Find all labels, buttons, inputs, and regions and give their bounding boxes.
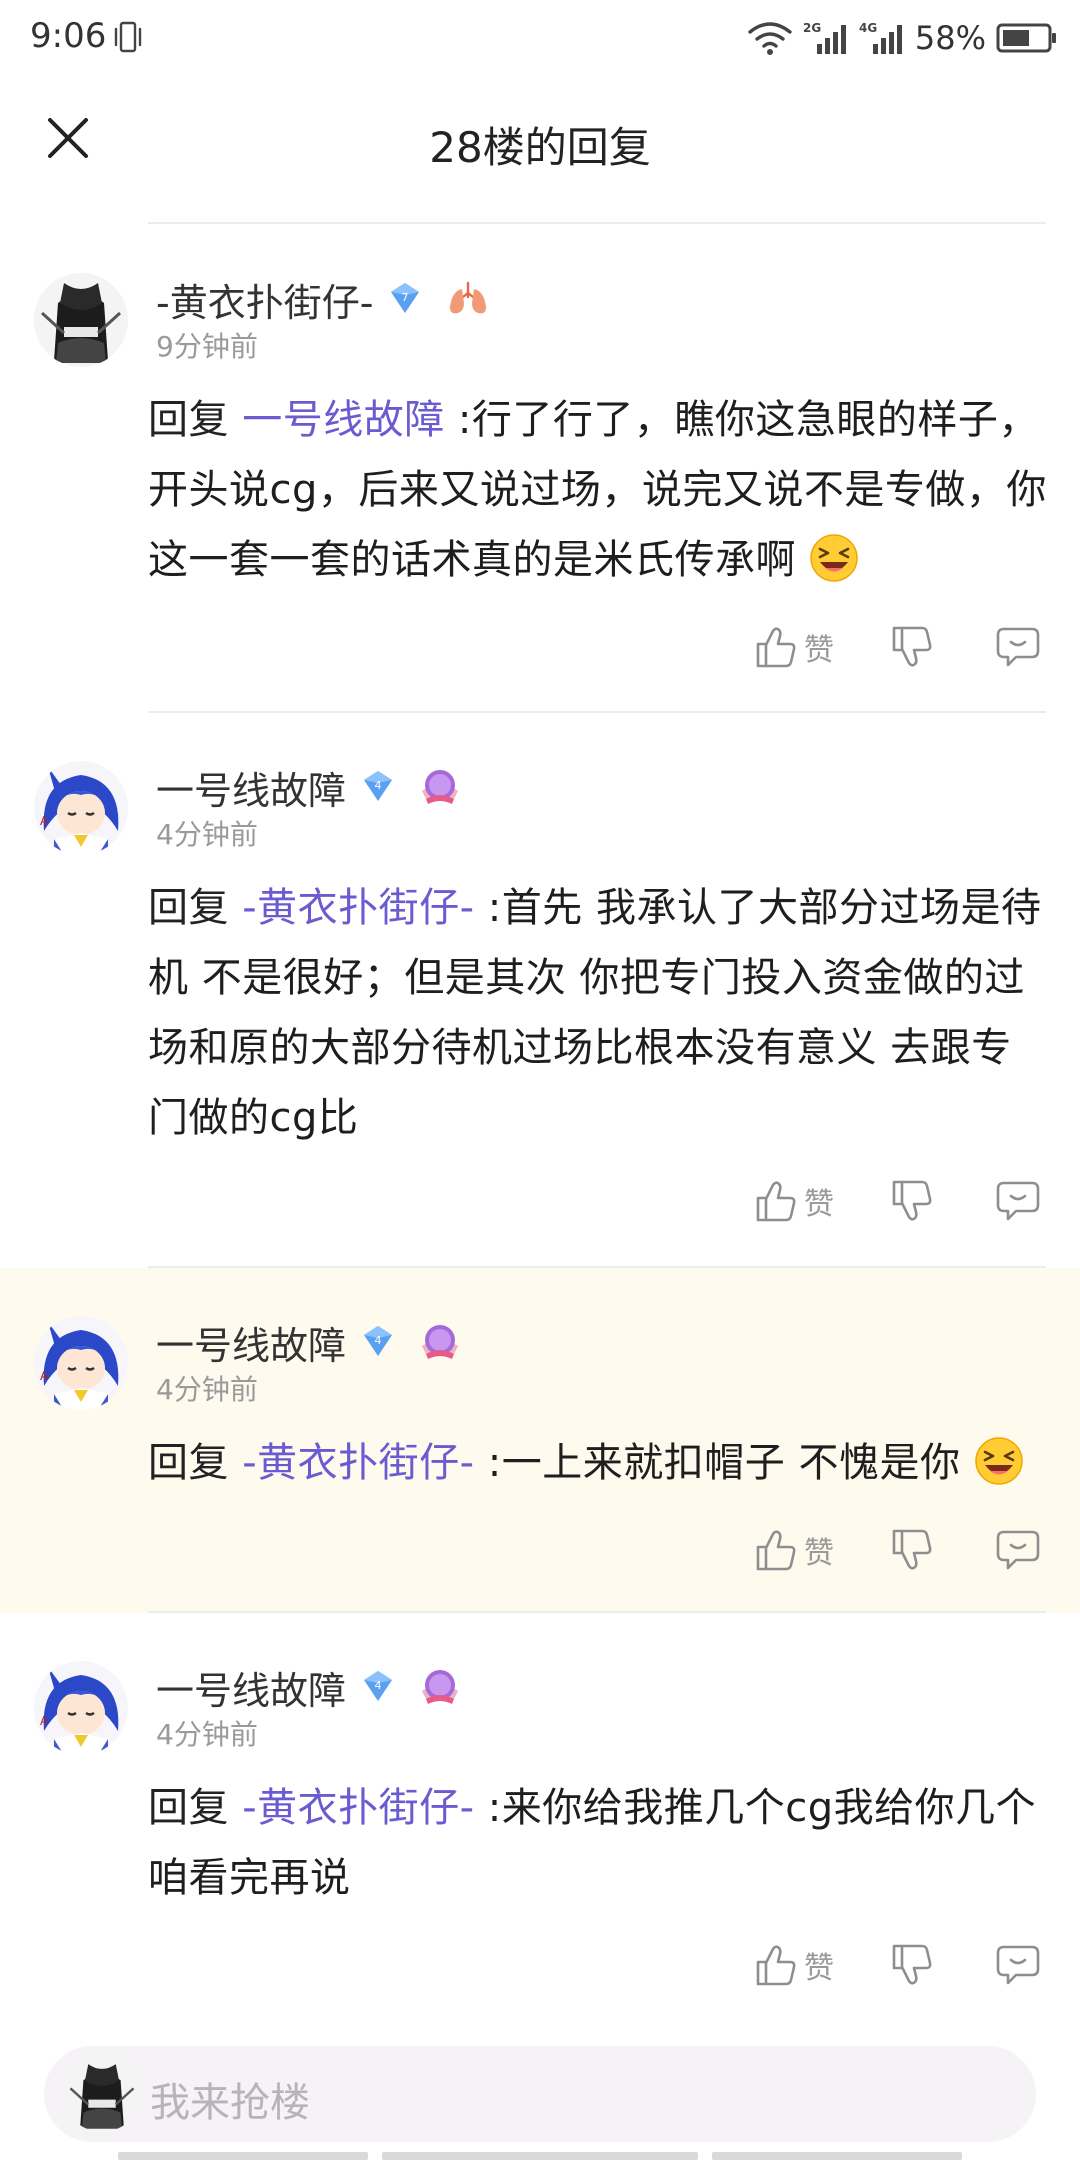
comment-actions: 赞 [752,617,1042,677]
thumb-down-icon[interactable] [888,1526,936,1574]
page-title: 28楼的回复 [429,123,651,172]
reply-input-placeholder: 我来抢楼 [150,2080,310,2126]
user-row: 一号线故障 4 [156,1663,462,1713]
svg-text:4: 4 [375,779,382,792]
like-button[interactable]: 赞 [752,623,834,671]
timestamp: 9分钟前 [156,330,258,363]
keyboard-hint-bar [0,2152,1080,2160]
medal-icon [418,765,462,809]
level-badge-icon: 4 [358,1322,398,1362]
2g-signal-icon: 2G [803,21,846,54]
comment-actions: 赞 [752,1520,1042,1580]
reply-icon[interactable] [994,1526,1042,1574]
bottom-bar: 我来抢楼 [0,2026,1080,2160]
avatar[interactable] [34,761,128,855]
like-button[interactable]: 赞 [752,1526,834,1574]
thumb-up-icon [752,623,800,671]
reply-icon[interactable] [994,1941,1042,1989]
status-time: 9:06 [30,16,107,56]
reply-prefix: 回复 [148,397,243,443]
user-row: 一号线故障 4 [156,1318,462,1368]
level-badge-icon: 7 [385,279,425,319]
grinning-squint-emoji-icon [809,533,859,583]
mention-link[interactable]: 一号线故障 [242,397,445,443]
thumb-up-icon [752,1177,800,1225]
lungs-icon [447,279,491,319]
comment-content: :一上来就扣帽子 不愧是你 [474,1440,961,1486]
username[interactable]: 一号线故障 [156,1315,346,1370]
medal-icon [418,1665,462,1709]
battery-percent: 58% [914,19,986,57]
comment-actions: 赞 [752,1171,1042,1231]
like-button[interactable]: 赞 [752,1941,834,1989]
status-icons: 2G 4G 58% [747,14,1058,62]
reply-prefix: 回复 [148,1440,243,1486]
comment-text: 回复 -黄衣扑街仔- :一上来就扣帽子 不愧是你 [148,1428,1048,1498]
comment-text: 回复 -黄衣扑街仔- :首先 我承认了大部分过场是待机 不是很好；但是其次 你把… [148,873,1048,1153]
comment-item[interactable]: 一号线故障 4 4分钟前 回复 -黄衣扑街仔- :首先 我承认了大部分过场是待机… [0,713,1080,1268]
level-badge-icon: 4 [358,1667,398,1707]
avatar[interactable] [34,273,128,367]
thumb-up-icon [752,1526,800,1574]
timestamp: 4分钟前 [156,1718,258,1751]
battery-icon [996,23,1056,53]
comment-item[interactable]: -黄衣扑街仔- 7 9分钟前 回复 一号线故障 :行了行了，瞧你这急眼的样子，开… [0,225,1080,713]
comment-text: 回复 一号线故障 :行了行了，瞧你这急眼的样子，开头说cg，后来又说过场，说完又… [148,385,1048,595]
svg-text:2G: 2G [803,21,821,35]
username[interactable]: 一号线故障 [156,760,346,815]
comment-item-highlighted[interactable]: 一号线故障 4 4分钟前 回复 -黄衣扑街仔- :一上来就扣帽子 不愧是你 赞 [0,1268,1080,1613]
medal-icon [418,1320,462,1364]
mention-link[interactable]: -黄衣扑街仔- [242,1785,474,1831]
reply-prefix: 回复 [148,1785,243,1831]
user-row: -黄衣扑街仔- 7 [156,275,491,325]
reply-input[interactable]: 我来抢楼 [44,2046,1036,2142]
svg-text:4: 4 [375,1334,382,1347]
mention-link[interactable]: -黄衣扑街仔- [242,1440,474,1486]
comment-text: 回复 -黄衣扑街仔- :来你给我推几个cg我给你几个 咱看完再说 [148,1773,1048,1913]
avatar[interactable] [34,1316,128,1410]
like-label: 赞 [804,1536,834,1571]
svg-text:7: 7 [402,291,409,304]
thumb-down-icon[interactable] [888,623,936,671]
timestamp: 4分钟前 [156,1373,258,1406]
username[interactable]: 一号线故障 [156,1660,346,1715]
level-badge-icon: 4 [358,767,398,807]
comment-list: -黄衣扑街仔- 7 9分钟前 回复 一号线故障 :行了行了，瞧你这急眼的样子，开… [0,225,1080,2023]
mention-link[interactable]: -黄衣扑街仔- [242,885,474,931]
reply-icon[interactable] [994,1177,1042,1225]
my-avatar [64,2056,140,2132]
thumb-down-icon[interactable] [888,1177,936,1225]
like-label: 赞 [804,1187,834,1222]
thumb-down-icon[interactable] [888,1941,936,1989]
like-button[interactable]: 赞 [752,1177,834,1225]
svg-text:4G: 4G [859,21,877,35]
thumb-up-icon [752,1941,800,1989]
timestamp: 4分钟前 [156,818,258,851]
grinning-squint-emoji-icon [974,1436,1024,1486]
status-bar: 9:06 2G 4G 58% [0,0,1080,76]
header-divider [148,222,1046,224]
like-label: 赞 [804,1951,834,1986]
user-row: 一号线故障 4 [156,763,462,813]
wifi-icon [748,22,792,55]
header: 28楼的回复 [0,76,1080,224]
comment-item[interactable]: 一号线故障 4 4分钟前 回复 -黄衣扑街仔- :来你给我推几个cg我给你几个 … [0,1613,1080,2023]
comment-actions: 赞 [752,1935,1042,1995]
reply-prefix: 回复 [148,885,243,931]
4g-signal-icon: 4G [859,21,902,54]
avatar[interactable] [34,1661,128,1755]
username[interactable]: -黄衣扑街仔- [156,272,373,327]
vibrate-icon [114,21,142,53]
svg-text:4: 4 [375,1679,382,1692]
reply-icon[interactable] [994,623,1042,671]
like-label: 赞 [804,633,834,668]
